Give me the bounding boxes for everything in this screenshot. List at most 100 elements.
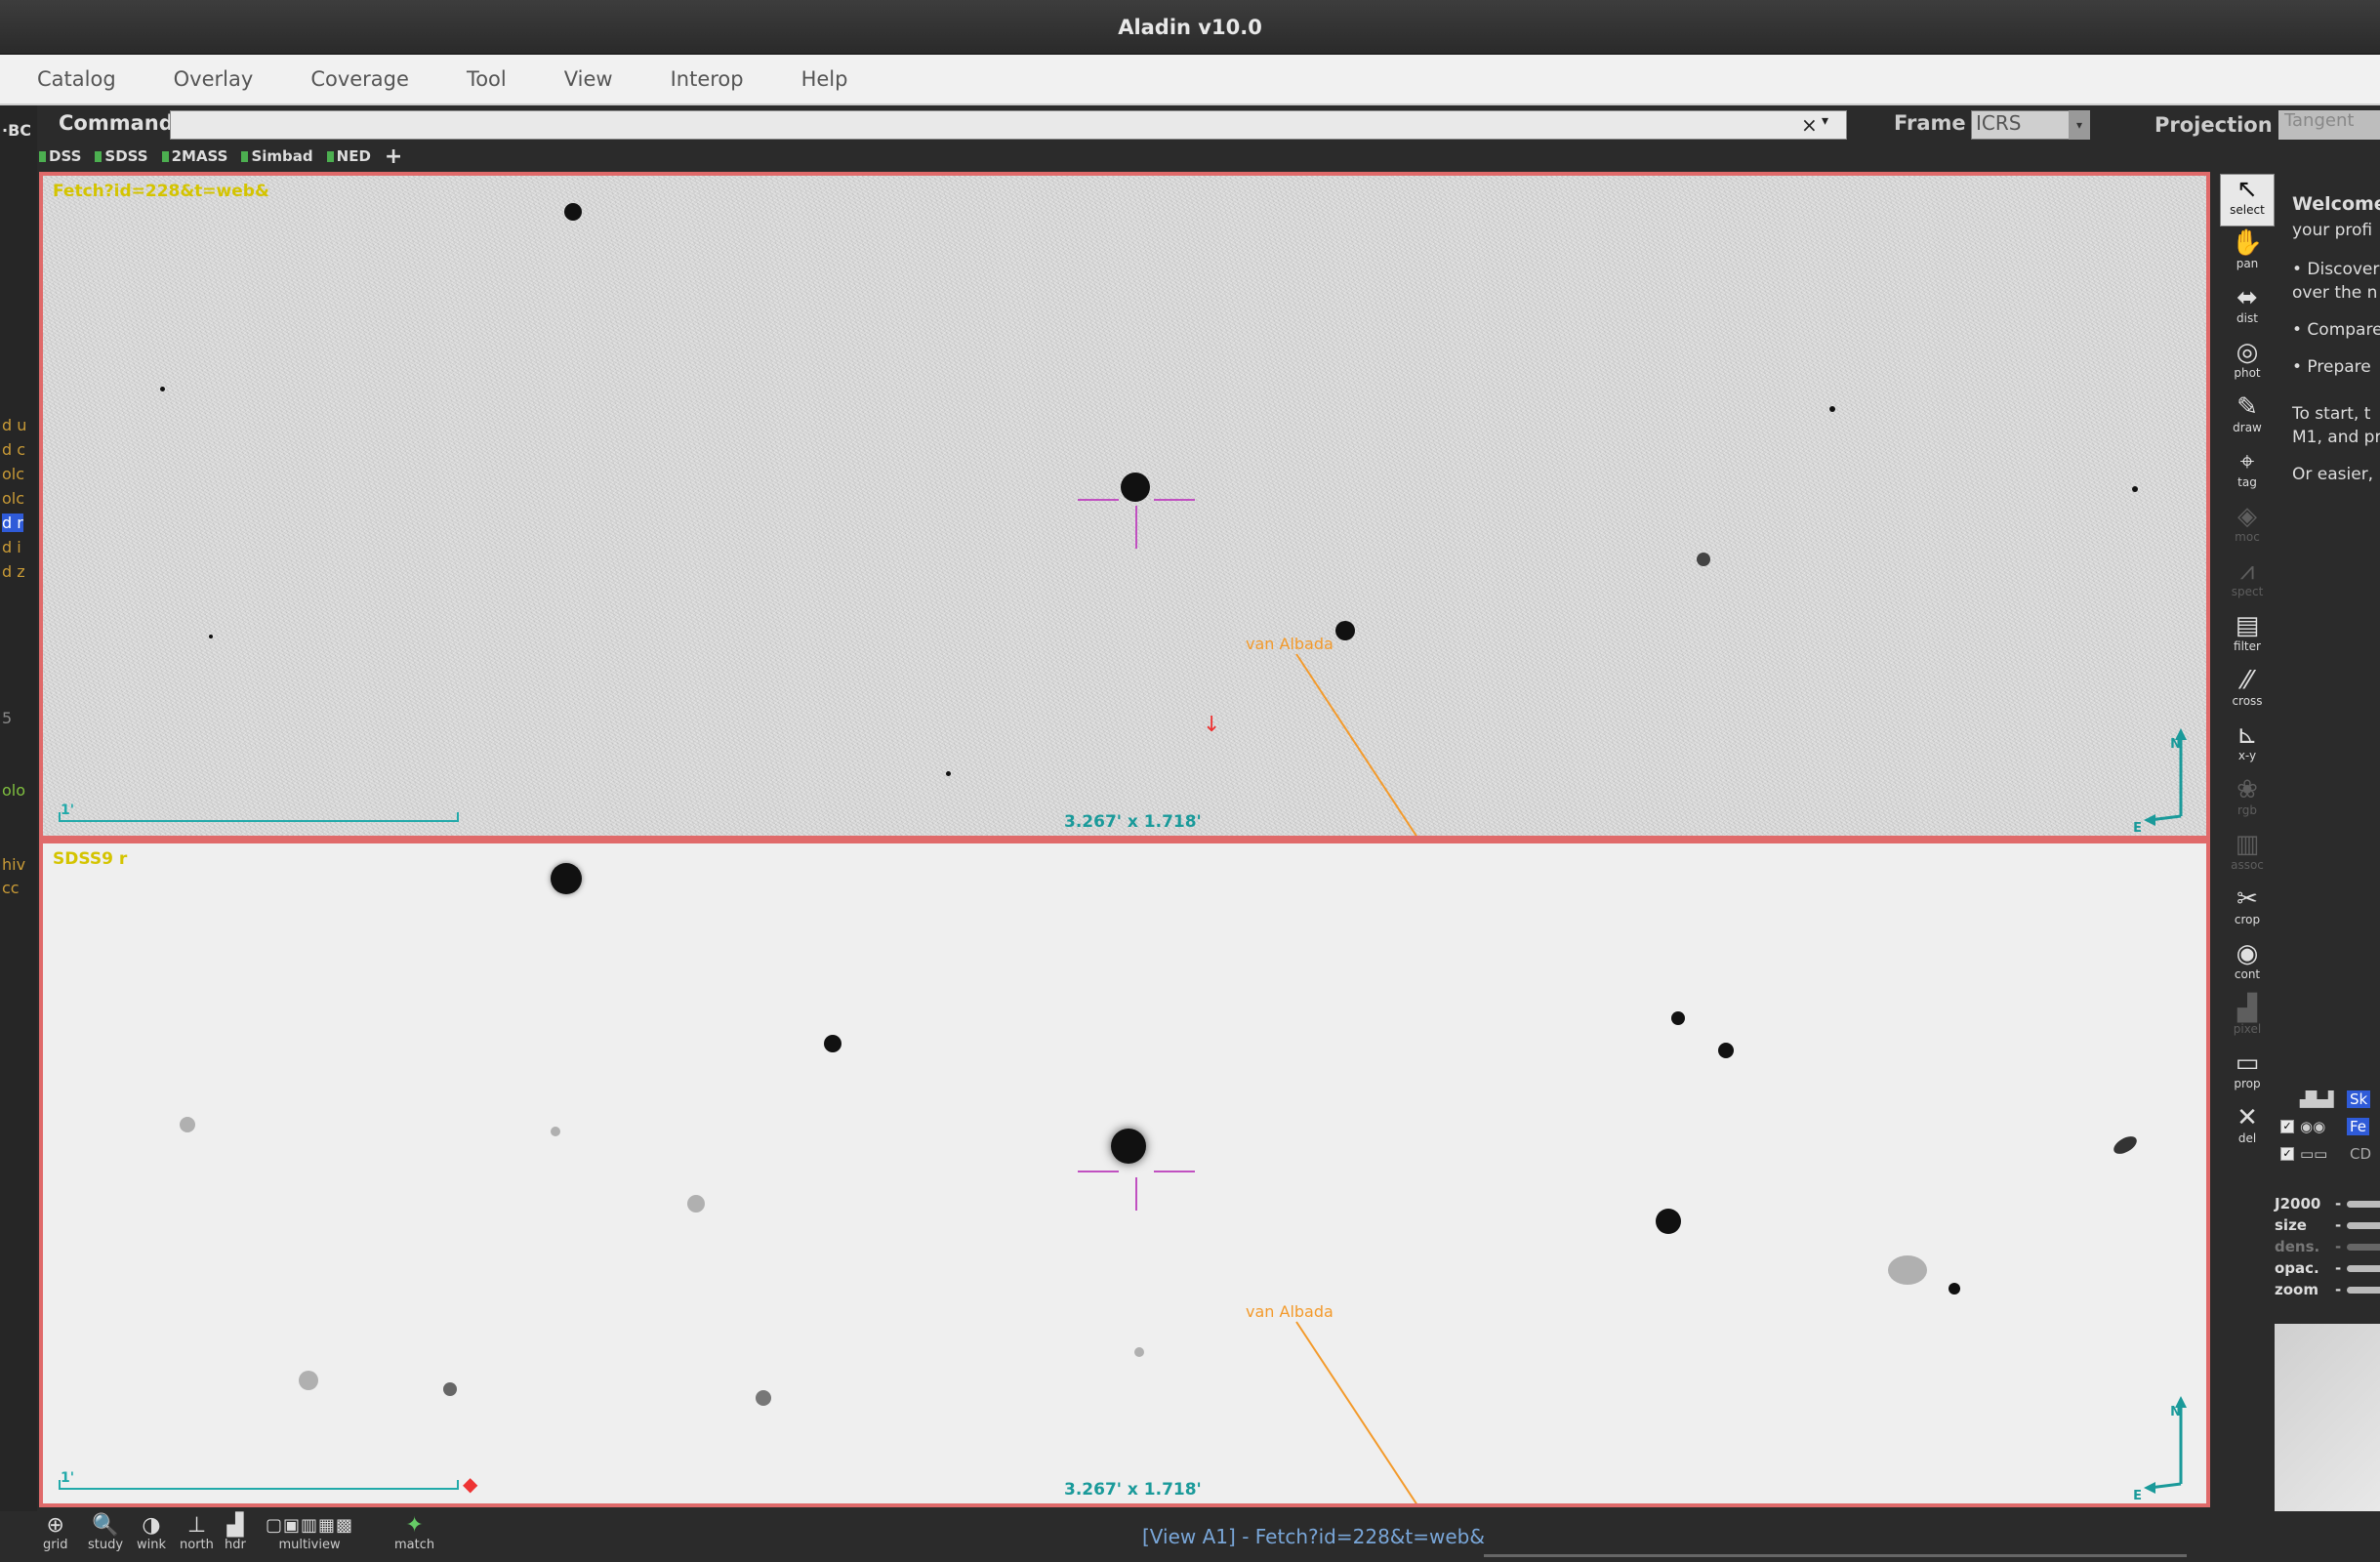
menu-help[interactable]: Help <box>801 67 848 91</box>
multiview-icon: ▢▣▥▦▩ <box>266 1515 354 1536</box>
tool-del-button[interactable]: ✕ del <box>2220 1103 2275 1156</box>
clear-command-icon[interactable]: × <box>1801 113 1818 137</box>
menu-bar: Catalog Overlay Coverage Tool View Inter… <box>0 55 2380 105</box>
survey-2mass[interactable]: 2MASS <box>162 147 228 165</box>
zoom-view[interactable] <box>2275 1324 2380 1511</box>
welcome-text: over the n <box>2292 283 2378 303</box>
strip-item[interactable]: d c <box>2 440 25 459</box>
prop-slider[interactable] <box>2347 1264 2380 1272</box>
multiview-button[interactable]: ▢▣▥▦▩ multiview <box>266 1513 353 1552</box>
survey-dss[interactable]: DSS <box>39 147 81 165</box>
tool-crop-button[interactable]: ✂ crop <box>2220 884 2275 937</box>
layer-name: Fe <box>2347 1118 2370 1135</box>
tool-x-y-button[interactable]: ⊾ x-y <box>2220 720 2275 773</box>
add-survey-icon[interactable]: + <box>385 144 402 169</box>
tool-dist-icon: ⬌ <box>2236 283 2258 312</box>
layer-row[interactable]: ✓ ▭▭ CD <box>2280 1142 2374 1166</box>
projection-select[interactable]: Tangent <box>2278 110 2380 140</box>
tool-label: moc <box>2235 530 2260 544</box>
prop-slider <box>2347 1243 2380 1251</box>
strip-item[interactable]: olc <box>2 489 24 508</box>
image-view-bottom[interactable]: SDSS9 r van Albada ◆ 1' 3.267' x 1.718' … <box>39 840 2210 1507</box>
tool-label: pixel <box>2233 1022 2262 1036</box>
strip-item-selected[interactable]: d r <box>2 514 23 532</box>
strip-item[interactable]: d u <box>2 416 26 434</box>
layer-visibility-checkbox[interactable]: ✓ <box>2280 1147 2294 1161</box>
study-button[interactable]: 🔍 study <box>88 1513 123 1552</box>
command-input[interactable] <box>170 110 1847 140</box>
star <box>1697 553 1710 566</box>
prop-slider[interactable] <box>2347 1221 2380 1229</box>
command-history-dropdown-icon[interactable]: ▾ <box>1822 113 1828 129</box>
prop-label: dens. <box>2275 1238 2320 1255</box>
wink-button[interactable]: ◑ wink <box>137 1513 166 1552</box>
survey-simbad[interactable]: Simbad <box>241 147 312 165</box>
star <box>1335 621 1355 640</box>
tool-pan-button[interactable]: ✋ pan <box>2220 228 2275 281</box>
menu-catalog[interactable]: Catalog <box>37 67 116 91</box>
strip-item[interactable]: d z <box>2 562 25 581</box>
north-button[interactable]: ⊥ north <box>180 1513 214 1552</box>
object-label[interactable]: van Albada <box>1246 635 1334 653</box>
tool-bar: ↖ select ✋ pan ⬌ dist ◎ phot ✎ draw ⌖ tag ◈ moc ⩘ spect… <box>2212 172 2282 1158</box>
tool-prop-button[interactable]: ▭ prop <box>2220 1048 2275 1101</box>
prop-label: J2000 <box>2275 1195 2321 1213</box>
menu-overlay[interactable]: Overlay <box>174 67 254 91</box>
image-view-top[interactable]: Fetch?id=228&t=web& van Albada ↓ 1' 3.26… <box>39 172 2210 840</box>
hdr-button[interactable]: ▟ hdr <box>225 1513 246 1552</box>
prop-slider[interactable] <box>2347 1200 2380 1208</box>
layer-visibility-checkbox[interactable]: ✓ <box>2280 1120 2294 1133</box>
star <box>1949 1283 1960 1295</box>
tool-label: filter <box>2234 639 2261 653</box>
prop-row: J2000 - <box>2275 1193 2380 1214</box>
stack-panel-strip: ·BC d u d c olc olc d r d i d z 5 olo hi… <box>0 105 37 1511</box>
tool-label: rgb <box>2237 803 2257 817</box>
prop-label: zoom <box>2275 1281 2318 1298</box>
faint-star <box>687 1195 705 1213</box>
menu-coverage[interactable]: Coverage <box>310 67 409 91</box>
window-title: Aladin v10.0 <box>1118 15 1262 39</box>
faint-star <box>299 1371 318 1390</box>
survey-sdss[interactable]: SDSS <box>95 147 147 165</box>
prop-slider[interactable] <box>2347 1286 2380 1294</box>
menu-tool[interactable]: Tool <box>467 67 507 91</box>
tool-filter-button[interactable]: ▤ filter <box>2220 611 2275 664</box>
tool-label: draw <box>2233 421 2262 434</box>
strip-number: 5 <box>2 709 13 727</box>
welcome-text: M1, and pr <box>2292 428 2380 447</box>
survey-ned[interactable]: NED <box>327 147 371 165</box>
scale-label: 1' <box>61 802 75 818</box>
prop-label: opac. <box>2275 1259 2319 1277</box>
window-title-bar: Aladin v10.0 <box>0 0 2380 55</box>
tool-dist-button[interactable]: ⬌ dist <box>2220 283 2275 336</box>
layer-row[interactable]: ✓ ◉◉ Fe <box>2280 1115 2370 1138</box>
strip-item[interactable]: cc <box>2 879 20 897</box>
diamond-marker-icon: ◆ <box>463 1472 478 1496</box>
menu-view[interactable]: View <box>564 67 613 91</box>
tool-cont-button[interactable]: ◉ cont <box>2220 939 2275 992</box>
compass-north-label: N <box>2170 737 2181 752</box>
star <box>1829 406 1835 412</box>
tool-label: pan <box>2236 257 2259 270</box>
grid-button[interactable]: ⊕ grid <box>43 1513 67 1552</box>
strip-item[interactable]: d i <box>2 538 21 556</box>
layer-name: Sk <box>2347 1090 2371 1108</box>
prop-row: size - <box>2275 1214 2380 1236</box>
strip-item[interactable]: olc <box>2 465 24 483</box>
menu-interop[interactable]: Interop <box>671 67 744 91</box>
compass-icon <box>2144 1396 2187 1494</box>
object-label[interactable]: van Albada <box>1246 1302 1334 1321</box>
layer-row[interactable]: ▟▙▟ Sk <box>2300 1088 2371 1111</box>
image-layer-icon: ◉◉ <box>2300 1118 2326 1135</box>
welcome-text: • Compare <box>2292 320 2380 340</box>
strip-item[interactable]: hiv <box>2 855 25 874</box>
compass-east-label: E <box>2133 1489 2142 1503</box>
tool-phot-button[interactable]: ◎ phot <box>2220 338 2275 390</box>
frame-dropdown-icon[interactable]: ▾ <box>2069 110 2090 140</box>
tool-select-button[interactable]: ↖ select <box>2220 174 2275 226</box>
tool-cross-button[interactable]: ⁄⁄ cross <box>2220 666 2275 719</box>
tool-draw-button[interactable]: ✎ draw <box>2220 392 2275 445</box>
match-button[interactable]: ✦ match <box>394 1513 434 1552</box>
tool-tag-button[interactable]: ⌖ tag <box>2220 447 2275 500</box>
strip-item[interactable]: olo <box>2 781 25 800</box>
